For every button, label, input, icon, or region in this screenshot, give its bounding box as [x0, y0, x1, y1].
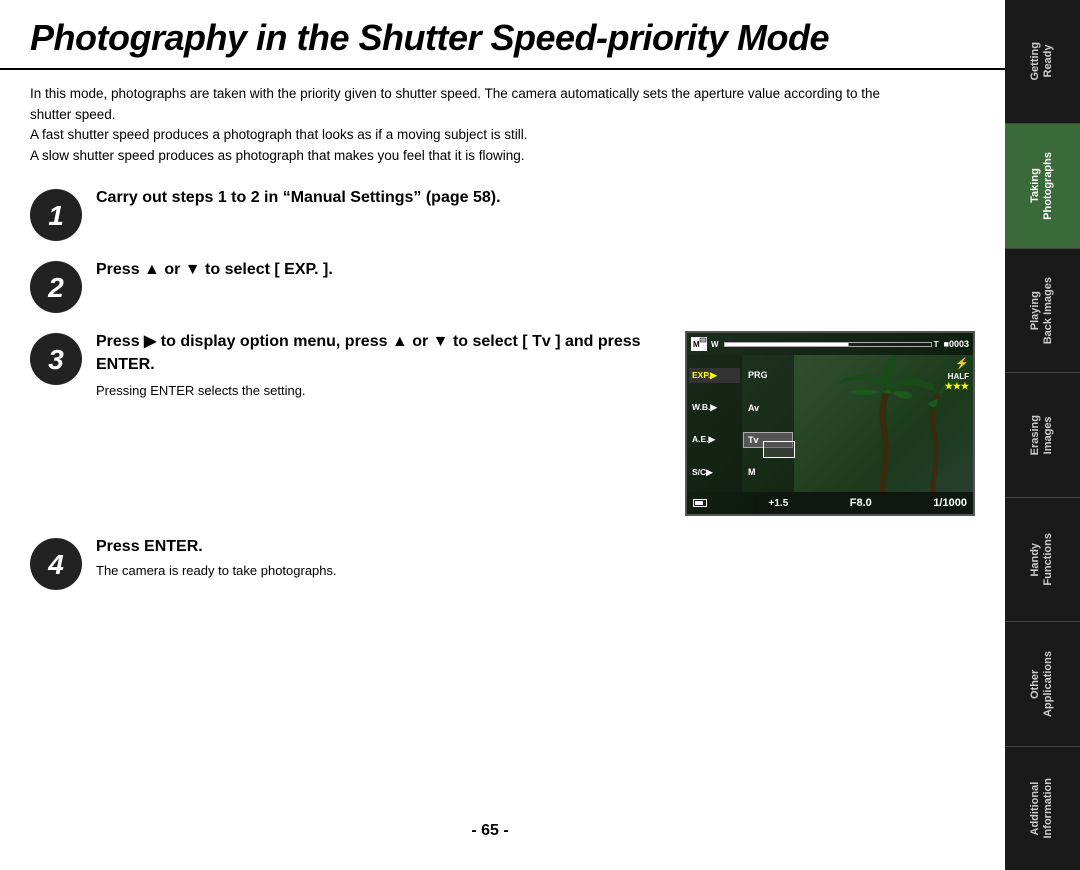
lcd-menu-right: PRG Av Tv M	[742, 355, 794, 492]
svg-text:2: 2	[47, 272, 64, 303]
step-4-number: 4	[30, 538, 82, 590]
lcd-bottom-bar: +1.5 F8.0 1/1000	[687, 492, 973, 514]
intro-line-2: A fast shutter speed produces a photogra…	[30, 125, 920, 146]
svg-text:3: 3	[48, 344, 64, 375]
sidebar-tab-playing-back-label: PlayingBack Images	[1029, 277, 1055, 344]
lcd-top-right: ⚡ HALF ★★★	[945, 357, 969, 392]
title-area: Photography in the Shutter Speed-priorit…	[0, 0, 1005, 68]
intro-line-3: A slow shutter speed produces as photogr…	[30, 146, 920, 167]
step-2-title: Press ▲ or ▼ to select [ EXP. ].	[96, 259, 975, 281]
lcd-menu-sc: S/C▶	[689, 465, 740, 480]
lcd-display: M W T ■0003 EXP.▶ W.B.▶ A.E.▶	[687, 333, 973, 514]
lcd-battery-area	[693, 499, 707, 507]
lcd-battery-fill	[695, 501, 703, 505]
sidebar-tab-additional[interactable]: AdditionalInformation	[1005, 747, 1080, 870]
page-number: - 65 -	[0, 802, 980, 850]
lcd-flash-icon: ⚡	[945, 357, 969, 370]
lcd-t-label: T	[934, 340, 939, 349]
sidebar-tab-other[interactable]: OtherApplications	[1005, 622, 1080, 746]
step-1-number: 1	[30, 189, 82, 241]
step-3: 3 Press ▶ to display option menu, press …	[30, 331, 665, 400]
page-container: Photography in the Shutter Speed-priorit…	[0, 0, 1005, 870]
lcd-mode-icon: M	[691, 337, 707, 351]
intro-line-1: In this mode, photographs are taken with…	[30, 84, 920, 126]
steps-area: 1 Carry out steps 1 to 2 in “Manual Sett…	[0, 177, 1005, 618]
lcd-w-label: W	[711, 340, 719, 349]
lcd-aperture: F8.0	[850, 497, 872, 509]
sidebar-tab-getting-ready-label: GettingReady	[1029, 42, 1055, 81]
lcd-menu-left: EXP.▶ W.B.▶ A.E.▶ S/C▶	[687, 355, 742, 492]
lcd-half-label: HALF	[945, 372, 969, 381]
svg-text:4: 4	[47, 549, 64, 580]
sidebar-tab-other-label: OtherApplications	[1029, 651, 1055, 717]
camera-lcd-screen: M W T ■0003 EXP.▶ W.B.▶ A.E.▶	[685, 331, 975, 516]
step-3-number: 3	[30, 333, 82, 385]
step-2: 2 Press ▲ or ▼ to select [ EXP. ].	[30, 259, 975, 313]
lcd-top-bar: M W T ■0003	[687, 333, 973, 355]
sidebar-tab-getting-ready[interactable]: GettingReady	[1005, 0, 1080, 124]
sidebar-tab-taking-photos-label: TakingPhotographs	[1029, 152, 1055, 220]
sidebar: GettingReady TakingPhotographs PlayingBa…	[1005, 0, 1080, 870]
sidebar-tab-handy[interactable]: HandyFunctions	[1005, 498, 1080, 622]
lcd-exposure-bar	[724, 342, 932, 347]
step-2-content: Press ▲ or ▼ to select [ EXP. ].	[96, 259, 975, 284]
step-4-content: Press ENTER. The camera is ready to take…	[96, 536, 975, 580]
step-3-content: Press ▶ to display option menu, press ▲ …	[96, 331, 665, 400]
lcd-right-prg: PRG	[744, 368, 792, 382]
lcd-menu-exp: EXP.▶	[689, 368, 740, 383]
step-4-title: Press ENTER.	[96, 536, 975, 558]
step-2-number: 2	[30, 261, 82, 313]
lcd-menu-ae: A.E.▶	[689, 432, 740, 447]
step-1-title: Carry out steps 1 to 2 in “Manual Settin…	[96, 187, 975, 209]
lcd-right-m: M	[744, 465, 792, 479]
svg-text:1: 1	[48, 200, 64, 231]
lcd-menu-wb: W.B.▶	[689, 400, 740, 415]
sidebar-tab-additional-label: AdditionalInformation	[1029, 778, 1055, 839]
lcd-tv-selection-box	[763, 441, 795, 458]
sidebar-tab-erasing-label: ErasingImages	[1029, 415, 1055, 455]
lcd-exposure-value: +1.5	[769, 498, 789, 509]
svg-text:M: M	[693, 340, 700, 349]
step-4-subtitle: The camera is ready to take photographs.	[96, 562, 975, 580]
step-4: 4 Press ENTER. The camera is ready to ta…	[30, 536, 975, 590]
step-3-subtitle: Pressing ENTER selects the setting.	[96, 382, 665, 400]
intro-text: In this mode, photographs are taken with…	[0, 70, 950, 178]
step-3-title: Press ▶ to display option menu, press ▲ …	[96, 331, 665, 376]
step-3-row: 3 Press ▶ to display option menu, press …	[30, 331, 975, 516]
sidebar-tab-playing-back[interactable]: PlayingBack Images	[1005, 249, 1080, 373]
sidebar-tab-handy-label: HandyFunctions	[1029, 533, 1055, 586]
sidebar-tab-taking-photos[interactable]: TakingPhotographs	[1005, 124, 1080, 248]
step-1-content: Carry out steps 1 to 2 in “Manual Settin…	[96, 187, 975, 212]
lcd-right-av: Av	[744, 401, 792, 415]
page-title: Photography in the Shutter Speed-priorit…	[30, 18, 975, 58]
lcd-battery-icon	[693, 499, 707, 507]
lcd-stars: ★★★	[945, 381, 969, 392]
lcd-frame-count: ■0003	[944, 339, 969, 349]
lcd-shutter: 1/1000	[933, 497, 967, 509]
sidebar-tab-erasing[interactable]: ErasingImages	[1005, 373, 1080, 497]
step-1: 1 Carry out steps 1 to 2 in “Manual Sett…	[30, 187, 975, 241]
